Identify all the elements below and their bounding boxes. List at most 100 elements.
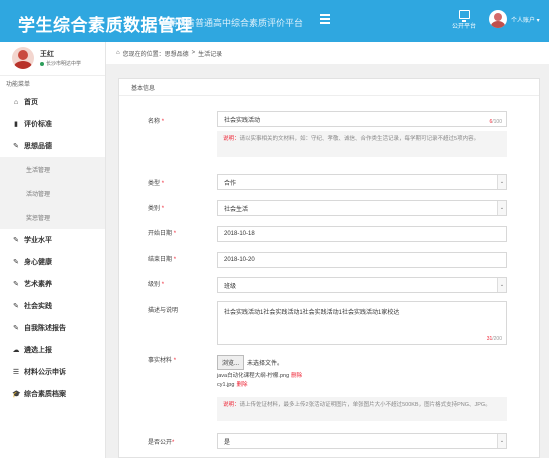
sidebar-item-home[interactable]: ⌂ 首页 (0, 91, 105, 113)
sidebar-item-self-report[interactable]: ✎ 自我陈述报告 (0, 317, 105, 339)
type-value: 合作 (224, 180, 237, 187)
profile-name: 王红 (40, 51, 54, 58)
material-label: 事实材料 * (148, 358, 177, 364)
edit-icon: ✎ (13, 237, 19, 244)
app-title: 学生综合素质数据管理 (18, 16, 193, 35)
user-profile: 王红 长沙市明达中学 (0, 42, 105, 76)
chevron-down-icon: ⌄ (497, 175, 506, 189)
sidebar-item-label: 思想品德 (24, 143, 52, 150)
hint-warn-label: 说明： (223, 136, 240, 142)
sidebar-item-label: 综合素质档案 (24, 391, 66, 398)
sidebar-subitem-label: 活动管理 (26, 191, 51, 198)
end-date-label: 结束日期 * (148, 257, 177, 263)
type-select[interactable]: 合作 ⌄ (217, 174, 507, 190)
profile-avatar (12, 47, 34, 69)
edit-icon: ✎ (13, 143, 19, 150)
sidebar-item-arts[interactable]: ✎ 艺术素养 (0, 273, 105, 295)
sidebar-item-label: 自我陈述报告 (24, 325, 66, 332)
top-header: 学生综合素质数据管理 湖南省普通高中综合素质评价平台 公开平台 个人账户 ▾ (0, 0, 549, 42)
file-name: java白动化课程大纲-柠檬.png (217, 373, 290, 379)
breadcrumb-prefix: 您现在的位置： (122, 51, 165, 58)
sidebar-item-label: 学业水平 (24, 237, 52, 244)
public-platform-button[interactable]: 公开平台 (449, 10, 479, 30)
description-value: 社会实践活动1社会实践活动1社会实践活动1社会实践活动1家校达 (224, 310, 400, 316)
sidebar-item-health[interactable]: ✎ 身心健康 (0, 251, 105, 273)
material-hint: 说明：请上传佐证材料，最多上传2张活动证明图片，单张图片大小不超过500KB，图… (217, 397, 507, 421)
monitor-icon (458, 10, 470, 22)
home-icon: ⌂ (116, 50, 120, 56)
edit-icon: ✎ (13, 325, 19, 332)
profile-status: 长沙市明达中学 (40, 60, 81, 67)
app-subtitle: 湖南省普通高中综合素质评价平台 (168, 18, 304, 28)
level-select[interactable]: 班级 ⌄ (217, 277, 507, 293)
public-platform-label: 公开平台 (451, 24, 476, 30)
chevron-down-icon: ⌄ (497, 201, 506, 215)
file-item: java白动化课程大纲-柠檬.png 删除 (217, 371, 302, 379)
category-value: 社会生活 (224, 206, 249, 213)
chevron-down-icon: ⌄ (497, 278, 506, 292)
form-panel: 基本信息 名称 * 社会实践活动 6/100 说明：请以实事相关的文材料，如：守… (118, 78, 540, 458)
online-dot-icon (40, 61, 44, 66)
name-label: 名称 * (148, 119, 165, 125)
end-date-value: 2018-10-20 (224, 257, 255, 263)
list-icon: ☰ (12, 369, 20, 376)
breadcrumb-level1[interactable]: 思想品德 (165, 49, 189, 58)
profile-school: 长沙市明达中学 (46, 61, 82, 67)
cloud-icon: ☁ (12, 347, 20, 354)
hint-warn-label: 说明： (223, 402, 240, 408)
chevron-down-icon: ⌄ (497, 434, 506, 448)
edit-icon: ✎ (13, 259, 19, 266)
end-date-input[interactable]: 2018-10-20 (217, 252, 507, 268)
sidebar-subitem-life[interactable]: 生活管理 (0, 157, 105, 181)
description-label: 描述与说明 (148, 308, 179, 314)
file-item: cy1.jpg 删除 (217, 380, 247, 388)
book-icon: ▮ (14, 121, 18, 128)
public-label: 是否公开* (148, 440, 175, 446)
menu-toggle-icon[interactable] (320, 12, 334, 26)
sidebar-item-social[interactable]: ✎ 社会实践 (0, 295, 105, 317)
sidebar-subitem-activity[interactable]: 活动管理 (0, 181, 105, 205)
name-char-count: 6/100 (489, 119, 502, 125)
sidebar-item-label: 艺术素养 (24, 281, 52, 288)
sidebar-subitem-rewards[interactable]: 奖惩管理 (0, 205, 105, 229)
sidebar-item-label: 首页 (24, 99, 38, 106)
sidebar-item-label: 社会实践 (24, 303, 52, 310)
public-value: 是 (224, 439, 231, 446)
sidebar-subitem-label: 生活管理 (26, 167, 51, 174)
sidebar-item-standards[interactable]: ▮ 评价标准 (0, 113, 105, 135)
file-status: 未选择文件。 (247, 361, 284, 367)
level-label: 级别 * (148, 282, 165, 288)
file-name: cy1.jpg (217, 382, 235, 388)
menu-caption: 功能菜单 (6, 82, 31, 88)
start-date-value: 2018-10-18 (224, 231, 255, 237)
panel-title: 基本信息 (119, 79, 539, 96)
description-textarea[interactable]: 社会实践活动1社会实践活动1社会实践活动1社会实践活动1家校达 31/200 (217, 301, 507, 345)
home-icon: ⌂ (13, 98, 19, 106)
delete-link[interactable]: 删除 (291, 373, 302, 379)
avatar (489, 10, 507, 28)
sidebar-item-moral[interactable]: ✎ 思想品德 (0, 135, 105, 157)
name-hint: 说明：请以实事相关的文材料，如：守纪、孝敬、诚信、合作类生活记录，每学期可记录不… (217, 131, 507, 157)
description-char-count: 31/200 (486, 336, 502, 342)
sidebar-item-academic[interactable]: ✎ 学业水平 (0, 229, 105, 251)
graduation-cap-icon: 🎓 (12, 391, 21, 398)
browse-button[interactable]: 浏览... (217, 355, 245, 370)
level-value: 班级 (224, 283, 237, 290)
sidebar-item-submit[interactable]: ☁ 遴选上报 (0, 339, 105, 361)
edit-icon: ✎ (13, 303, 19, 310)
category-label: 类别 * (148, 206, 165, 212)
start-date-input[interactable]: 2018-10-18 (217, 226, 507, 242)
name-input[interactable]: 社会实践活动 6/100 (217, 111, 507, 127)
category-select[interactable]: 社会生活 ⌄ (217, 200, 507, 216)
type-label: 类型 * (148, 181, 165, 187)
sidebar-item-archive[interactable]: 🎓 综合素质档案 (0, 383, 105, 405)
breadcrumb-level2: 生活记录 (198, 51, 223, 58)
delete-link[interactable]: 删除 (236, 382, 247, 388)
edit-icon: ✎ (13, 281, 19, 288)
sidebar-item-appeal[interactable]: ☰ 材料公示申诉 (0, 361, 105, 383)
file-upload: 浏览... 未选择文件。 (217, 355, 283, 370)
start-date-label: 开始日期 * (148, 231, 177, 237)
user-account-menu[interactable]: 个人账户 ▾ (489, 10, 540, 28)
public-select[interactable]: 是 ⌄ (217, 433, 507, 449)
name-value: 社会实践活动 (224, 117, 261, 124)
